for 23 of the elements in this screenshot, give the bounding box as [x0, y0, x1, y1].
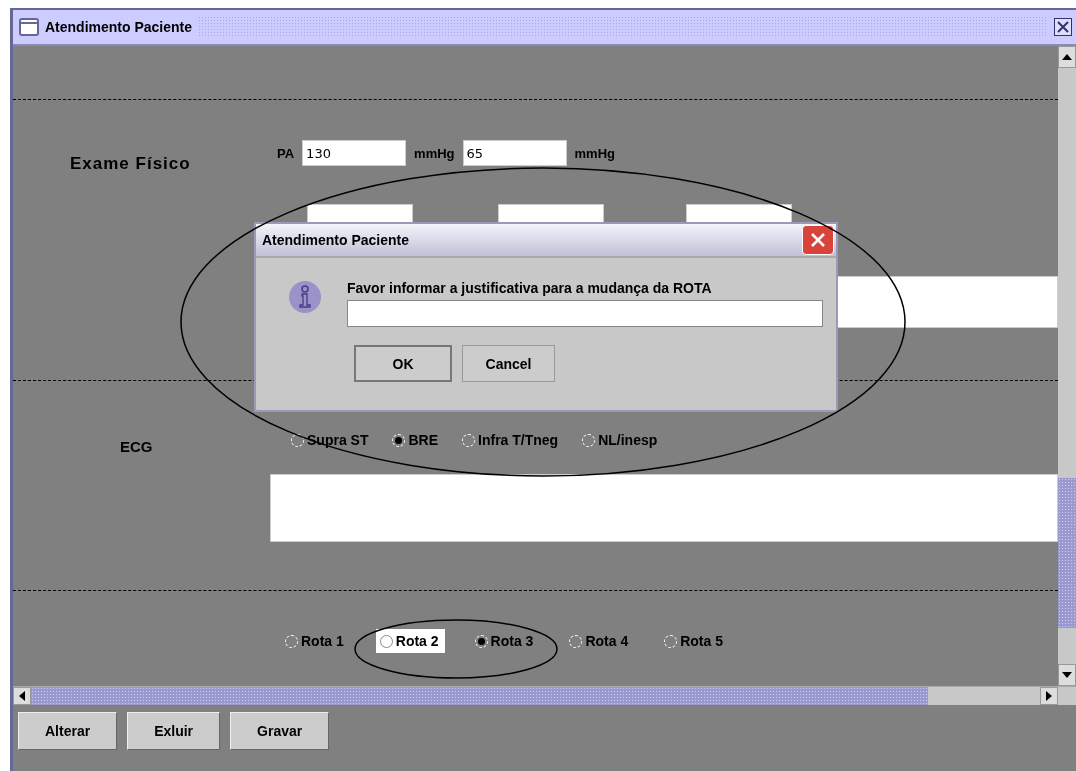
action-button[interactable]: Exluir [127, 712, 221, 750]
action-button[interactable]: Gravar [230, 712, 330, 750]
dialog-title: Atendimento Paciente [262, 232, 410, 248]
radio-option[interactable]: Supra ST [287, 428, 375, 452]
action-button[interactable]: Alterar [18, 712, 118, 750]
unit-label: mmHg [574, 145, 615, 161]
dialog-button[interactable]: Cancel [462, 345, 555, 382]
radio-option[interactable]: Infra T/Tneg [458, 428, 565, 452]
radio-option[interactable]: Rota 3 [470, 629, 540, 653]
systolic-field[interactable]: 130 [302, 140, 407, 166]
dialog-message: Favor informar a justificativa para a mudança da ROTA [347, 280, 713, 296]
radio-option[interactable]: Rota 5 [660, 629, 729, 653]
unit-label: mmHg [414, 145, 455, 161]
radio-option[interactable]: Rota 4 [565, 629, 635, 653]
window-title: Atendimento Paciente [45, 19, 193, 35]
field-label: PA [277, 145, 295, 161]
radio-option[interactable]: Rota 2 [375, 629, 445, 653]
radio-option[interactable]: NL/inesp [578, 428, 664, 452]
diastolic-field[interactable]: 65 [462, 140, 567, 166]
section-label: ECG [119, 437, 154, 457]
radio-option[interactable]: BRE [388, 428, 445, 452]
radio-option[interactable]: Rota 1 [281, 629, 350, 653]
dialog-button[interactable]: OK [354, 345, 452, 382]
